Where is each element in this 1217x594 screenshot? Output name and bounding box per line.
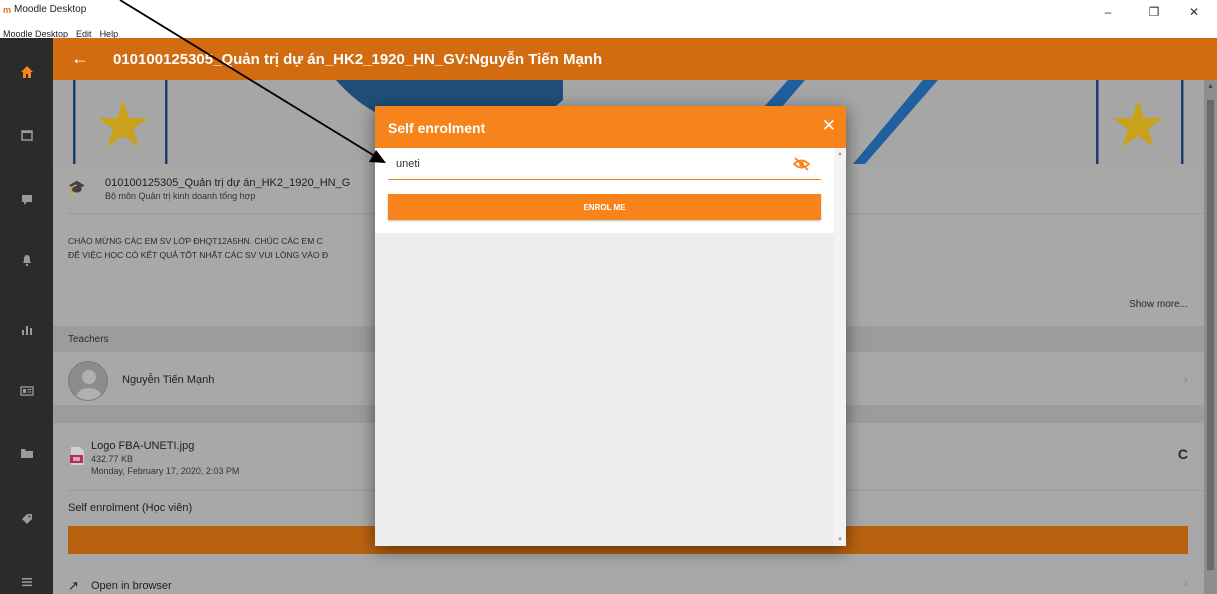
scroll-down-icon[interactable]: ▼ — [837, 537, 843, 543]
scroll-up-icon[interactable]: ▲ — [837, 151, 843, 157]
scrollbar-thumb[interactable] — [1207, 100, 1214, 570]
bell-icon — [22, 255, 31, 267]
enrolment-form: ENROL ME — [375, 148, 834, 233]
sidebar-home[interactable] — [0, 59, 53, 85]
open-in-browser-label: Open in browser — [91, 580, 172, 592]
sidebar-participants[interactable] — [0, 378, 53, 404]
enrolment-key-input[interactable] — [388, 148, 821, 180]
sidebar-files[interactable] — [0, 440, 53, 466]
chevron-right-icon: › — [1183, 371, 1188, 387]
dialog-scrollbar[interactable]: ▲ ▼ — [834, 148, 846, 546]
eye-slash-icon[interactable] — [793, 157, 810, 171]
back-arrow-icon[interactable]: ← — [71, 48, 89, 69]
file-size: 432.77 KB — [91, 454, 134, 464]
dialog-title: Self enrolment — [388, 120, 486, 136]
graduation-cap-icon: 🎓 — [68, 179, 86, 195]
course-description-line2: ĐỂ VIỆC HỌC CÓ KẾT QUẢ TỐT NHẤT CÁC SV V… — [68, 250, 329, 260]
sidebar-tags[interactable] — [0, 506, 53, 532]
close-window-button[interactable]: ✕ — [1171, 0, 1217, 24]
file-date: Monday, February 17, 2020, 2:03 PM — [91, 466, 240, 476]
window-title: Moodle Desktop — [14, 4, 87, 15]
menu-icon — [21, 578, 32, 587]
self-enrolment-label: Self enrolment (Học viên) — [68, 502, 193, 514]
course-description-line1: CHÀO MỪNG CÁC EM SV LỚP ĐHQT12A5HN. CHÚC… — [68, 236, 323, 246]
moodle-logo-icon: m — [3, 5, 12, 15]
open-in-browser-item[interactable]: ↗ Open in browser › — [53, 570, 1204, 594]
folder-icon — [20, 449, 33, 458]
minimize-button[interactable]: – — [1085, 0, 1131, 24]
avatar — [68, 361, 108, 401]
chevron-right-icon: › — [1183, 574, 1188, 590]
teacher-name: Nguyễn Tiến Mạnh — [122, 374, 215, 386]
sidebar-notifications[interactable] — [0, 247, 53, 273]
teachers-label: Teachers — [68, 334, 109, 345]
course-name: 010100125305_Quản trị dự án_HK2_1920_HN_… — [105, 177, 351, 189]
tag-icon — [21, 514, 32, 524]
sidebar-more[interactable] — [0, 569, 53, 594]
course-header: ← 010100125305_Quản trị dự án_HK2_1920_H… — [53, 38, 1217, 80]
refresh-icon[interactable]: C — [1178, 446, 1188, 462]
image-file-icon — [70, 447, 84, 465]
course-title: 010100125305_Quản trị dự án_HK2_1920_HN_… — [113, 51, 603, 68]
scroll-up-icon[interactable]: ▲ — [1207, 83, 1214, 90]
self-enrolment-dialog: Self enrolment ✕ ENROL ME ▲ ▼ — [375, 106, 846, 546]
sidebar-grades[interactable] — [0, 316, 53, 342]
calendar-icon — [20, 130, 33, 141]
dialog-body: ENROL ME — [375, 148, 834, 546]
file-name: Logo FBA-UNETI.jpg — [91, 440, 195, 452]
sidebar-calendar[interactable] — [0, 122, 53, 148]
enrol-me-button[interactable]: ENROL ME — [388, 194, 821, 220]
dialog-header: Self enrolment ✕ — [375, 106, 846, 148]
close-icon[interactable]: ✕ — [822, 117, 836, 134]
id-card-icon — [19, 386, 34, 396]
chat-icon — [21, 195, 32, 205]
bar-chart-icon — [21, 326, 32, 335]
left-sidebar — [0, 38, 53, 594]
course-department: Bộ môn Quản trị kinh doanh tổng hợp — [105, 191, 256, 201]
content-scrollbar[interactable]: ▲ — [1204, 80, 1217, 594]
show-more-link[interactable]: Show more... — [1129, 299, 1188, 310]
window-titlebar: m Moodle Desktop – ❐ ✕ — [0, 0, 1217, 24]
sidebar-messages[interactable] — [0, 186, 53, 212]
home-icon — [20, 66, 33, 78]
menu-bar: Moodle Desktop Edit Help — [0, 24, 1217, 39]
external-link-icon: ↗ — [68, 578, 79, 593]
